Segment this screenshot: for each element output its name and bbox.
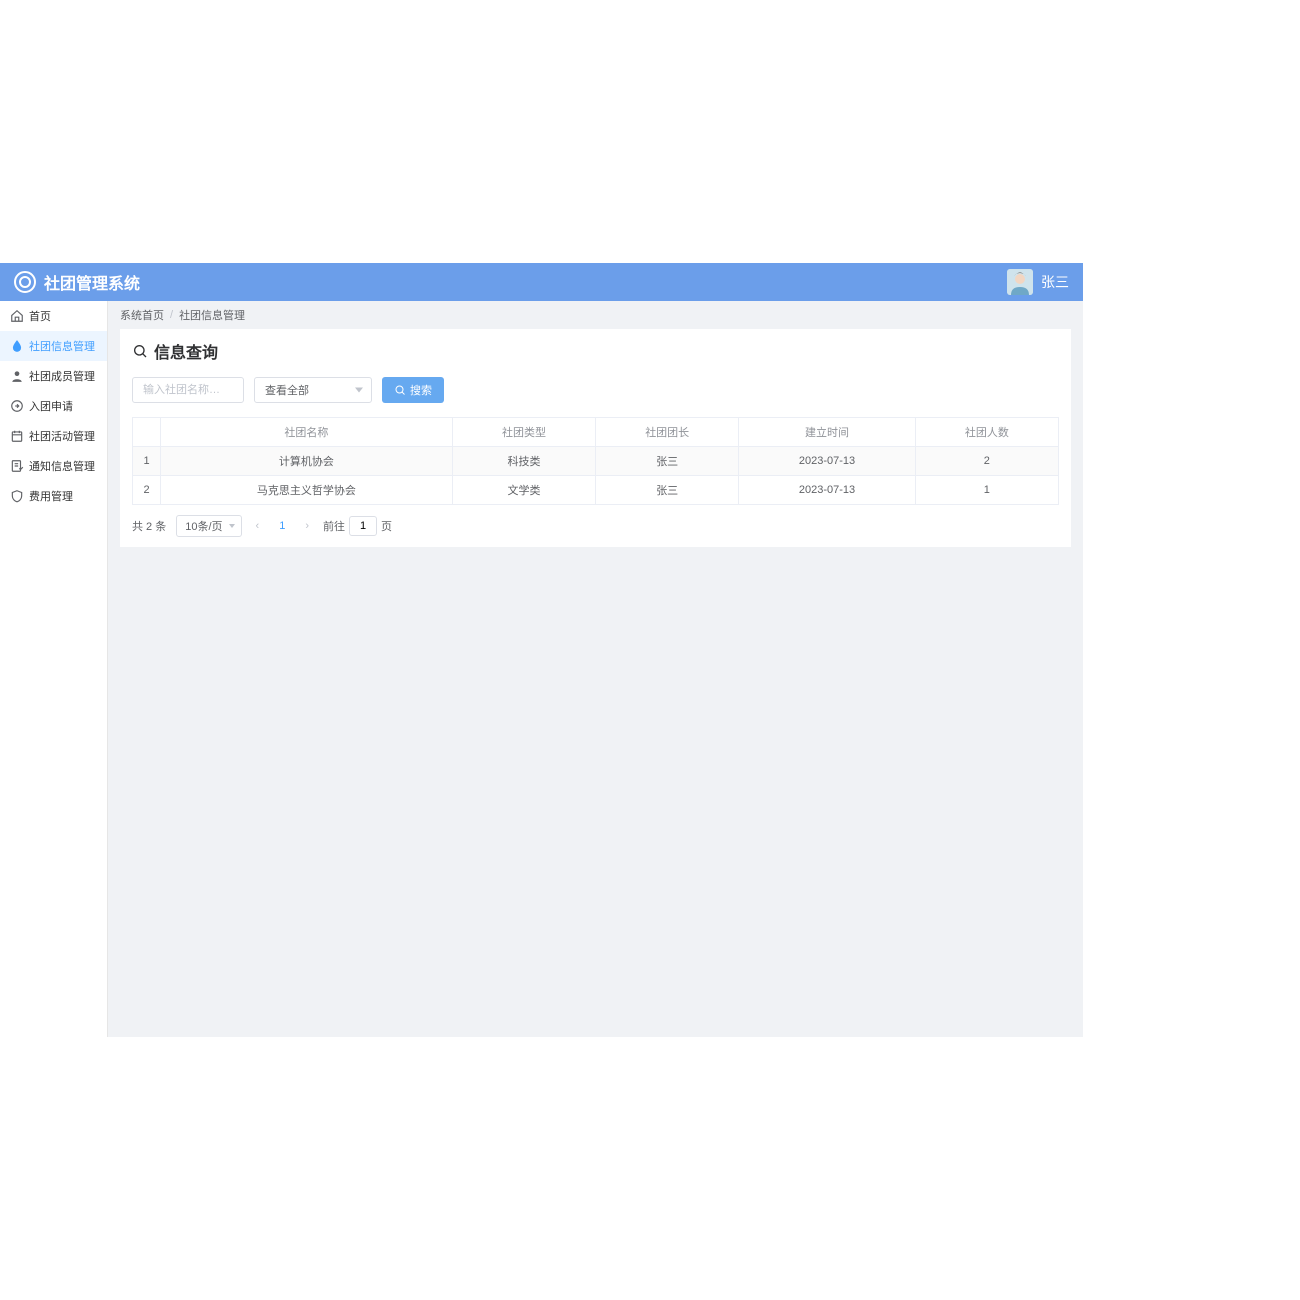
sidebar-item-home[interactable]: 首页: [0, 301, 107, 331]
calendar-icon: [10, 429, 24, 443]
sidebar-item-label: 入团申请: [29, 398, 73, 414]
username: 张三: [1041, 272, 1069, 292]
pagination-total: 共 2 条: [132, 518, 166, 534]
logo-icon: [14, 271, 36, 293]
breadcrumb-current: 社团信息管理: [179, 307, 245, 323]
search-icon: [394, 384, 406, 396]
sidebar-item-label: 社团信息管理: [29, 338, 95, 354]
table-header-leader: 社团团长: [596, 418, 739, 447]
next-page-button[interactable]: ›: [301, 520, 313, 532]
info-drop-icon: [10, 339, 24, 353]
page-number[interactable]: 1: [273, 520, 291, 532]
table-header-type: 社团类型: [452, 418, 595, 447]
home-icon: [10, 309, 24, 323]
sidebar-item-notice[interactable]: 通知信息管理: [0, 451, 107, 481]
page-size-select[interactable]: 10条/页: [176, 515, 241, 537]
goto-prefix: 前往: [323, 518, 345, 534]
sidebar-item-club-info[interactable]: 社团信息管理: [0, 331, 107, 361]
sidebar-item-label: 费用管理: [29, 488, 73, 504]
breadcrumb-home[interactable]: 系统首页: [120, 307, 164, 323]
prev-page-button[interactable]: ‹: [252, 520, 264, 532]
sidebar-item-members[interactable]: 社团成员管理: [0, 361, 107, 391]
app-title: 社团管理系统: [44, 270, 140, 294]
table-header-count: 社团人数: [915, 418, 1058, 447]
avatar[interactable]: [1007, 269, 1033, 295]
app-header: 社团管理系统 张三: [0, 263, 1083, 301]
club-name-input[interactable]: [132, 377, 244, 403]
breadcrumb-separator: /: [170, 309, 173, 321]
note-check-icon: [10, 459, 24, 473]
sidebar-item-label: 通知信息管理: [29, 458, 95, 474]
goto-suffix: 页: [381, 518, 392, 534]
sidebar: 首页 社团信息管理 社团成员管理 入团申请: [0, 301, 108, 1037]
sidebar-item-activities[interactable]: 社团活动管理: [0, 421, 107, 451]
club-table: 社团名称 社团类型 社团团长 建立时间 社团人数 1 计算机协会 科技类 张三: [132, 417, 1059, 505]
sidebar-item-label: 社团成员管理: [29, 368, 95, 384]
sidebar-item-label: 社团活动管理: [29, 428, 95, 444]
table-header-index: [133, 418, 161, 447]
sidebar-item-label: 首页: [29, 308, 51, 324]
sidebar-item-apply[interactable]: 入团申请: [0, 391, 107, 421]
table-header-date: 建立时间: [739, 418, 915, 447]
table-header-name: 社团名称: [161, 418, 453, 447]
panel-title: 信息查询: [132, 339, 1059, 363]
person-icon: [10, 369, 24, 383]
shield-icon: [10, 489, 24, 503]
arrow-circle-icon: [10, 399, 24, 413]
club-type-select[interactable]: 查看全部: [254, 377, 372, 403]
table-row[interactable]: 2 马克思主义哲学协会 文学类 张三 2023-07-13 1: [133, 476, 1059, 505]
table-row[interactable]: 1 计算机协会 科技类 张三 2023-07-13 2: [133, 447, 1059, 476]
search-button[interactable]: 搜索: [382, 377, 444, 403]
pagination: 共 2 条 10条/页 ‹ 1 › 前往 页: [132, 515, 1059, 537]
sidebar-item-fee[interactable]: 费用管理: [0, 481, 107, 511]
search-icon: [132, 343, 148, 359]
breadcrumb: 系统首页 / 社团信息管理: [108, 301, 1083, 329]
goto-input[interactable]: [349, 516, 377, 536]
